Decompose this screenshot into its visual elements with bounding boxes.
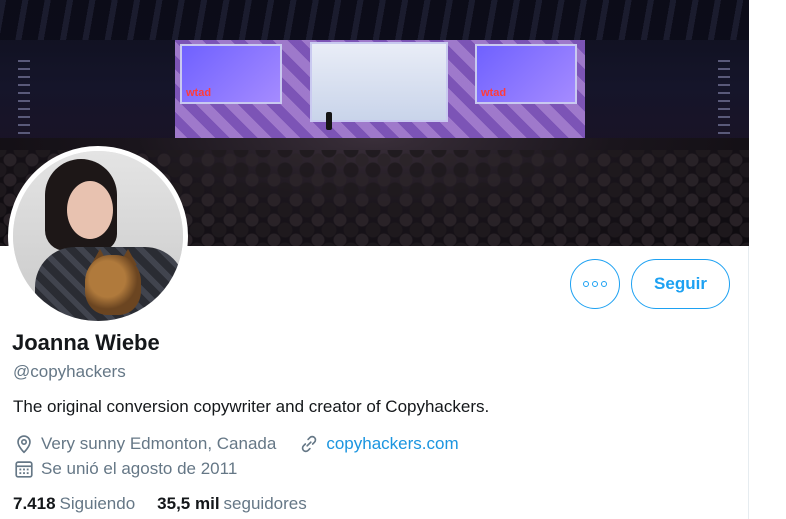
- profile-stats: 7.418 Siguiendo 35,5 mil seguidores: [13, 494, 307, 514]
- following-label: Siguiendo: [59, 494, 136, 513]
- banner-truss-right: [718, 60, 730, 150]
- followers-count: 35,5 mil: [157, 494, 220, 513]
- banner-brand-left: wtad: [186, 87, 212, 99]
- profile-joined-date: Se unió el agosto de 2011: [41, 459, 238, 478]
- banner-truss-left: [18, 60, 30, 150]
- banner-ceiling: [0, 0, 749, 40]
- profile-handle: @copyhackers: [13, 362, 126, 381]
- profile-bio: The original conversion copywriter and c…: [13, 397, 490, 416]
- avatar-cat: [85, 255, 141, 315]
- banner-screen-right: wtad: [475, 44, 577, 104]
- avatar[interactable]: [8, 146, 188, 326]
- profile-name: Joanna Wiebe: [12, 330, 160, 355]
- profile-card: wtad wtad Seguir Joanna Wiebe @copyhacke…: [0, 0, 749, 519]
- followers-stat[interactable]: 35,5 mil seguidores: [157, 494, 307, 514]
- profile-joined-row: Se unió el agosto de 2011: [13, 458, 237, 480]
- banner-screen-left: wtad: [180, 44, 282, 104]
- more-options-button[interactable]: [570, 259, 620, 309]
- following-count: 7.418: [13, 494, 56, 513]
- profile-meta-row: Very sunny Edmonton, Canada copyhackers.…: [13, 433, 459, 455]
- banner-brand-right: wtad: [481, 87, 507, 99]
- profile-location: Very sunny Edmonton, Canada: [41, 434, 277, 453]
- more-horizontal-icon: [583, 281, 607, 287]
- following-stat[interactable]: 7.418 Siguiendo: [13, 494, 135, 514]
- followers-label: seguidores: [223, 494, 307, 513]
- calendar-icon: [15, 461, 33, 478]
- follow-button[interactable]: Seguir: [631, 259, 730, 309]
- banner-speaker: [326, 112, 332, 130]
- banner-screen-center: [310, 42, 448, 122]
- profile-website-link[interactable]: copyhackers.com: [326, 434, 458, 454]
- location-pin-icon: [17, 435, 31, 454]
- link-icon: [302, 435, 317, 453]
